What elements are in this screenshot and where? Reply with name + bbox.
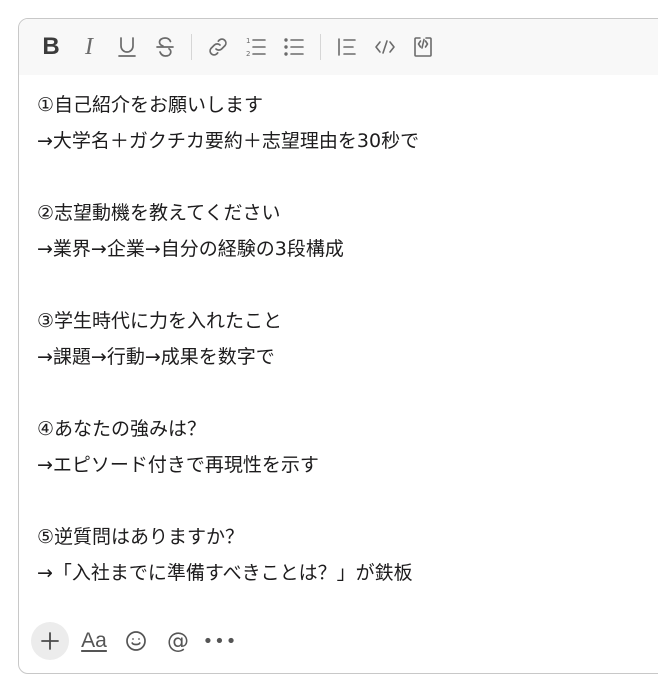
blockquote-icon (338, 38, 356, 56)
strikethrough-button[interactable] (147, 29, 183, 65)
message-line: →エピソード付きで再現性を示す (37, 454, 319, 476)
message-composer: B I 1 2 ①自己紹介をお願いします →大学名＋ガクチカ要約＋志望理由を30… (18, 18, 658, 674)
ordered-list-button[interactable]: 1 2 (238, 29, 274, 65)
formatting-toggle-button[interactable]: Aa (75, 622, 113, 660)
message-line: ④あなたの強みは？ (37, 418, 207, 440)
strikethrough-icon (156, 37, 174, 57)
ordered-list-icon: 1 2 (246, 37, 266, 58)
formatting-toolbar: B I 1 2 (19, 19, 658, 75)
message-line: ②志望動機を教えてください (37, 202, 281, 224)
link-button[interactable] (200, 29, 236, 65)
mention-button[interactable]: @ (159, 622, 197, 660)
svg-text:1: 1 (246, 37, 250, 45)
bulleted-list-icon (284, 38, 304, 56)
attach-button[interactable] (31, 622, 69, 660)
code-block-button[interactable] (405, 29, 441, 65)
code-block-icon (414, 37, 432, 57)
code-icon (375, 40, 395, 54)
toolbar-divider (320, 34, 321, 60)
more-actions-button[interactable]: ••• (201, 622, 239, 660)
blockquote-button[interactable] (329, 29, 365, 65)
message-line: ③学生時代に力を入れたこと (37, 310, 283, 332)
message-line: →大学名＋ガクチカ要約＋志望理由を30秒で (37, 130, 420, 152)
toolbar-divider (191, 34, 192, 60)
message-line: →業界→企業→自分の経験の3段構成 (37, 238, 344, 260)
message-line: →課題→行動→成果を数字で (37, 346, 275, 368)
bulleted-list-button[interactable] (276, 29, 312, 65)
underline-button[interactable] (109, 29, 145, 65)
italic-button[interactable]: I (71, 29, 107, 65)
code-button[interactable] (367, 29, 403, 65)
bold-button[interactable]: B (33, 29, 69, 65)
message-line: ⑤逆質問はありますか？ (37, 526, 245, 548)
smiley-icon (126, 631, 146, 651)
plus-icon (41, 632, 59, 650)
message-line: →「入社までに準備すべきことは？」が鉄板 (37, 562, 413, 584)
composer-footer: Aa @ ••• (31, 621, 243, 661)
emoji-button[interactable] (117, 622, 155, 660)
message-editor[interactable]: ①自己紹介をお願いします →大学名＋ガクチカ要約＋志望理由を30秒で ②志望動機… (19, 87, 658, 591)
message-line: ①自己紹介をお願いします (37, 94, 264, 116)
svg-text:2: 2 (246, 50, 250, 58)
underline-icon (118, 37, 136, 57)
link-icon (209, 38, 227, 56)
